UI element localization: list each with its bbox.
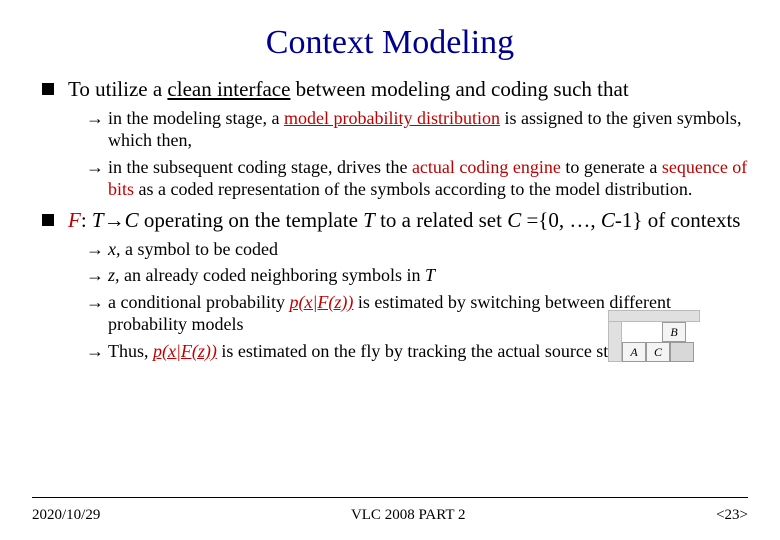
set-C: C [601,208,615,232]
text: to a related set [375,208,507,232]
prob-expr: p(x|F(z)) [153,341,217,361]
template-diagram: B A C [608,310,700,362]
cell-C: C [646,342,670,362]
footer-page: <23> [716,507,748,524]
text: : [81,208,92,232]
text: a conditional probability [108,292,289,312]
slide-footer: 2020/10/29 VLC 2008 PART 2 <23> [32,507,748,524]
text: in the modeling stage, a [108,108,284,128]
footer-divider [32,497,748,498]
func-F: F [68,208,81,232]
cell-A: A [622,342,646,362]
text: in the subsequent coding stage, drives t… [108,157,412,177]
var-z: z, [108,265,120,285]
text: is estimated on the fly by tracking the … [217,341,663,361]
set-T: T [425,265,435,285]
set-T: T [92,208,104,232]
text: To utilize a [68,77,167,101]
text: between modeling and coding such that [290,77,628,101]
highlight: model probability distribution [284,108,500,128]
set-C: C [125,208,139,232]
clean-interface: clean interface [167,77,290,101]
prob-expr: p(x|F(z)) [289,292,353,312]
text: ={0, …, [521,208,601,232]
footer-date: 2020/10/29 [32,507,100,524]
text: a symbol to be coded [121,239,278,259]
sub-list-1: in the modeling stage, a model probabili… [68,107,748,201]
arrow-icon: → [104,208,125,232]
highlight: actual coding engine [412,157,561,177]
sub-bullet: x, a symbol to be coded [86,238,748,261]
sub-bullet: in the subsequent coding stage, drives t… [86,156,748,201]
var-x: x, [108,239,121,259]
slide-title: Context Modeling [32,24,748,62]
text: -1} of contexts [615,208,741,232]
set-T: T [363,208,375,232]
cell-target [670,342,694,362]
slide-content: Context Modeling To utilize a clean inte… [0,0,780,540]
text: an already coded neighboring symbols in [120,265,425,285]
cell-B: B [662,322,686,342]
set-C: C [507,208,521,232]
sub-bullet: z, an already coded neighboring symbols … [86,264,748,287]
text: Thus, [108,341,153,361]
text: as a coded representation of the symbols… [134,179,692,199]
bullet-1: To utilize a clean interface between mod… [42,76,748,201]
sub-bullet: in the modeling stage, a model probabili… [86,107,748,152]
footer-center: VLC 2008 PART 2 [351,507,466,524]
text: to generate a [561,157,662,177]
text: operating on the template [139,208,364,232]
